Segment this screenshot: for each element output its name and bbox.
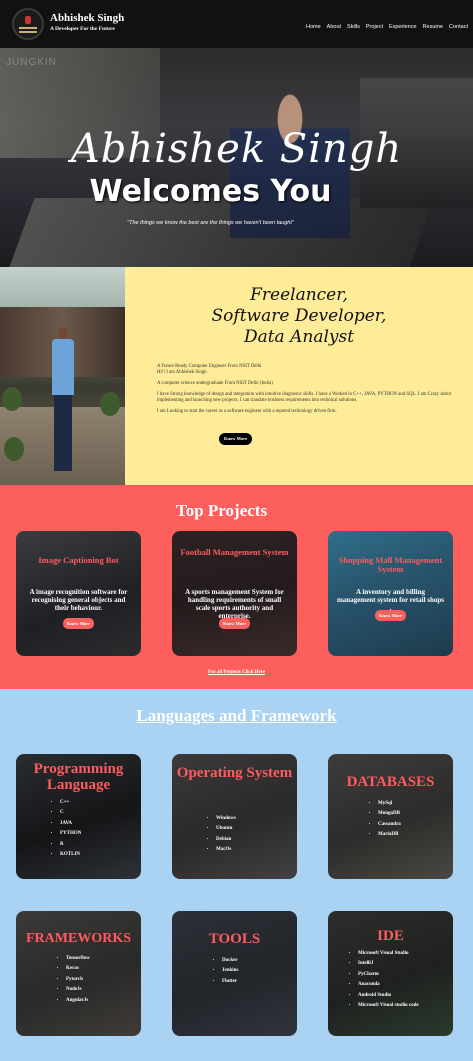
nav-link-contact[interactable]: Contact [449,24,468,30]
project-description: A inventory and billing management syste… [336,588,445,612]
skill-item: Microsoft Visual studio code [358,1003,419,1008]
nav-link-about[interactable]: About [327,24,341,30]
skill-item: Flutter [222,979,238,984]
about-section: Freelancer, Software Developer, Data Ana… [0,267,473,485]
skill-card-tools: TOOLS Docker Jenkins Flutter [172,911,297,1036]
skill-item: Anaconda [358,982,419,987]
skill-item: Cassandra [378,822,401,827]
nav-link-skills[interactable]: Skills [347,24,360,30]
skill-item: AngularJs [66,998,90,1003]
skill-item: MongoDB [378,811,401,816]
about-text: A Future Ready Computer Engineer From NS… [157,364,457,420]
nav-links: Home About Skills Project Experience Res… [306,24,468,30]
skill-card-frameworks: FRAMEWORKS Tensorflow Keras Pytorch Node… [16,911,141,1036]
skill-item: Docker [222,958,238,963]
skill-item: MySql [378,801,401,806]
nav-link-resume[interactable]: Resume [423,24,443,30]
hero-watermark: JUNGKIN [6,57,57,68]
skill-item: C [60,810,81,815]
skill-item: Android Studio [358,993,419,998]
project-description: A image recognition software for recogni… [29,588,128,612]
project-title: Image Captioning Bot [38,555,119,565]
skill-item: Debian [216,837,236,842]
skill-item: PYTHON [60,831,81,836]
skill-card-operating-system: Operating System Windows Ubuntu Debian M… [172,754,297,879]
skill-list: Windows Ubuntu Debian MacOs [208,816,236,858]
hero-section: JUNGKIN Abhishek Singh Welcomes You "The… [0,48,473,267]
logo[interactable] [12,8,44,40]
navbar: Abhishek Singh A Developer For the Futur… [0,0,473,48]
skill-item: NodeJs [66,987,90,992]
about-paragraph: I have Strong knowledge of design and in… [157,392,451,403]
project-know-more-button[interactable]: Know More [375,610,406,621]
languages-section: Languages and Framework Programming Lang… [0,689,473,1061]
skill-card-programming-language: Programming Language C++ C JAVA PYTHON R… [16,754,141,879]
project-title: Shopping Mall Management System [338,555,443,574]
role-line: Software Developer, [211,306,387,326]
skill-card-ide: IDE Microsoft Visual Studio IntelliJ PyC… [328,911,453,1036]
skill-item: MacOs [216,847,236,852]
skill-item: Microsoft Visual Studio [358,951,419,956]
brand-name: Abhishek Singh [50,12,125,24]
nav-link-project[interactable]: Project [366,24,383,30]
skill-card-title: Operating System [176,765,293,781]
skill-list: MySql MongoDB Cassandra MariaDB [370,801,401,843]
skill-item: MariaDB [378,832,401,837]
skill-card-title: Programming Language [33,761,124,793]
skill-item: Jenkins [222,968,238,973]
project-know-more-button[interactable]: Know More [63,618,94,629]
project-card-football-management[interactable]: Football Management System A sports mana… [172,531,297,656]
skill-item: Tensorflow [66,956,90,961]
role-line: Freelancer, [250,285,348,305]
skill-item: PyCharm [358,972,419,977]
nav-link-experience[interactable]: Experience [389,24,417,30]
projects-section: Top Projects Image Captioning Bot A imag… [0,485,473,689]
role-line: Data Analyst [243,327,355,347]
skill-card-title: DATABASES [346,774,435,790]
skill-list: Docker Jenkins Flutter [214,958,238,989]
nav-link-home[interactable]: Home [306,24,321,30]
about-paragraph: I am Looking to start the career as a so… [157,409,337,414]
skill-card-title: IDE [377,928,404,944]
skill-item: Pytorch [66,977,90,982]
hero-quote: "The things we know the best are the thi… [127,220,294,226]
skill-card-title: TOOLS [208,931,261,947]
skill-card-databases: DATABASES MySql MongoDB Cassandra MariaD… [328,754,453,879]
hero-subtitle: Welcomes You [89,174,332,209]
about-roles: Freelancer, Software Developer, Data Ana… [125,285,473,348]
project-title: Football Management System [180,547,289,557]
profile-photo [0,267,125,485]
about-paragraph: Hi!! I am Abhishek Singh [157,370,207,375]
projects-heading: Top Projects [175,501,268,520]
all-projects-link[interactable]: For all Projects Click Here [0,670,473,675]
skill-item: Ubuntu [216,826,236,831]
skill-item: JAVA [60,821,81,826]
project-know-more-button[interactable]: Know More [219,618,250,629]
about-know-more-button[interactable]: Know More [219,433,252,445]
skill-item: Windows [216,816,236,821]
skill-item: IntelliJ [358,961,419,966]
skill-item: C++ [60,800,81,805]
skill-item: Keras [66,966,90,971]
project-description: A sports management System for handling … [185,588,284,620]
languages-heading: Languages and Framework [136,706,337,725]
project-card-shopping-mall[interactable]: Shopping Mall Management System A invent… [328,531,453,656]
skill-list: Microsoft Visual Studio IntelliJ PyCharm… [350,951,419,1013]
skill-list: C++ C JAVA PYTHON R KOTLIN [52,800,81,862]
hero-title: Abhishek Singh [70,126,403,172]
skill-card-title: FRAMEWORKS [26,931,131,946]
brand-tagline: A Developer For the Future [50,26,115,32]
about-paragraph: A computer science undergraduate From NS… [157,381,273,386]
skill-list: Tensorflow Keras Pytorch NodeJs AngularJ… [58,956,90,1008]
project-card-image-captioning[interactable]: Image Captioning Bot A image recognition… [16,531,141,656]
skill-item: R [60,842,81,847]
skill-item: KOTLIN [60,852,81,857]
